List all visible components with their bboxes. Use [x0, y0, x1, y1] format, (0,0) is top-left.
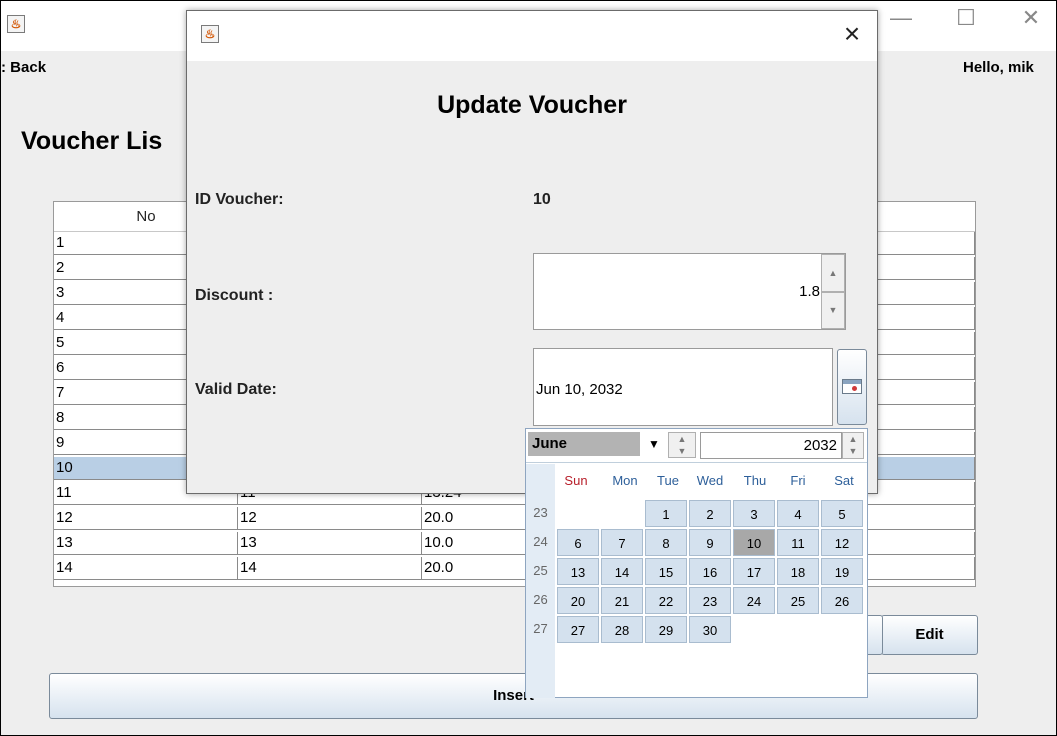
table-cell: 13: [238, 532, 422, 555]
day-name-wed: Wed: [696, 473, 724, 488]
back-button[interactable]: : Back: [1, 59, 46, 76]
minimize-icon[interactable]: —: [881, 3, 921, 33]
table-cell: 12: [54, 507, 238, 530]
dialog-titlebar: ♨ ×: [187, 11, 877, 61]
month-spinner[interactable]: ▲ ▼: [668, 432, 696, 458]
calendar-day[interactable]: 5: [821, 500, 863, 527]
calendar-day[interactable]: 25: [777, 587, 819, 614]
week-number: 23: [526, 499, 555, 527]
discount-label: Discount :: [195, 287, 274, 304]
calendar-day[interactable]: 29: [645, 616, 687, 643]
calendar-day[interactable]: 2: [689, 500, 731, 527]
valid-date-label: Valid Date:: [195, 381, 277, 398]
valid-date-input[interactable]: Jun 10, 2032: [536, 381, 623, 398]
dialog-title: Update Voucher: [437, 91, 627, 119]
java-app-icon: ♨: [7, 15, 25, 33]
calendar-day[interactable]: 7: [601, 529, 643, 556]
calendar-day[interactable]: 9: [689, 529, 731, 556]
calendar-day[interactable]: 10: [733, 529, 775, 556]
date-picker-button[interactable]: [837, 349, 867, 425]
week-number: 27: [526, 615, 555, 643]
calendar-day[interactable]: 26: [821, 587, 863, 614]
calendar-day[interactable]: 15: [645, 558, 687, 585]
calendar-day[interactable]: 1: [645, 500, 687, 527]
calendar-day[interactable]: 4: [777, 500, 819, 527]
id-voucher-label: ID Voucher:: [195, 191, 284, 208]
page-title: Voucher Lis: [21, 127, 163, 155]
java-app-icon: ♨: [201, 25, 219, 43]
table-cell: 12: [238, 507, 422, 530]
calendar-day[interactable]: 30: [689, 616, 731, 643]
update-voucher-dialog: ♨ × Update Voucher ID Voucher: 10 Discou…: [186, 10, 878, 494]
calendar-day[interactable]: 23: [689, 587, 731, 614]
calendar-day[interactable]: 17: [733, 558, 775, 585]
spinner-up-icon[interactable]: ▲: [821, 254, 845, 292]
valid-date-field[interactable]: Jun 10, 2032: [533, 348, 833, 426]
calendar-day[interactable]: 18: [777, 558, 819, 585]
calendar-day[interactable]: 28: [601, 616, 643, 643]
year-input[interactable]: 2032: [700, 432, 842, 459]
calendar-day[interactable]: 19: [821, 558, 863, 585]
discount-spinner[interactable]: 1.8 ▲ ▼: [533, 253, 846, 330]
calendar-day[interactable]: 8: [645, 529, 687, 556]
month-select[interactable]: June: [528, 432, 640, 456]
day-name-thu: Thu: [743, 473, 767, 488]
calendar-day[interactable]: 24: [733, 587, 775, 614]
calendar-day[interactable]: 22: [645, 587, 687, 614]
year-spinner[interactable]: ▲ ▼: [842, 432, 864, 459]
calendar-day[interactable]: 20: [557, 587, 599, 614]
calendar-day[interactable]: 12: [821, 529, 863, 556]
calendar-day[interactable]: 16: [689, 558, 731, 585]
greeting-text: Hello, mik: [963, 59, 1034, 76]
id-voucher-value: 10: [533, 191, 551, 208]
day-name-tue: Tue: [657, 473, 679, 488]
close-window-icon[interactable]: ✕: [1011, 3, 1051, 33]
table-cell: 14: [54, 557, 238, 580]
week-number: 24: [526, 528, 555, 556]
discount-input[interactable]: 1.8: [534, 283, 820, 300]
calendar-day[interactable]: 13: [557, 558, 599, 585]
day-name-fri: Fri: [790, 473, 806, 488]
calendar-popup: June ▼ ▲ ▼ 2032 ▲ ▼ Sun Mon Tue Wed Thu Fri Sat 2…: [525, 428, 868, 698]
calendar-day[interactable]: 6: [557, 529, 599, 556]
week-number: 26: [526, 586, 555, 614]
table-cell: 14: [238, 557, 422, 580]
day-name-mon: Mon: [612, 473, 638, 488]
spinner-down-icon[interactable]: ▼: [821, 292, 845, 329]
maximize-icon[interactable]: ☐: [946, 3, 986, 33]
back-arrow-icon: :: [1, 59, 6, 76]
calendar-day[interactable]: 14: [601, 558, 643, 585]
calendar-day[interactable]: 21: [601, 587, 643, 614]
calendar-day[interactable]: 27: [557, 616, 599, 643]
back-label: Back: [10, 59, 47, 76]
dialog-close-icon[interactable]: ×: [837, 19, 867, 49]
calendar-day[interactable]: 3: [733, 500, 775, 527]
month-dropdown-icon[interactable]: ▼: [642, 432, 666, 456]
day-name-sun: Sun: [564, 473, 588, 488]
edit-button[interactable]: Edit: [881, 615, 978, 655]
week-number: 25: [526, 557, 555, 585]
calendar-day[interactable]: 11: [777, 529, 819, 556]
table-cell: 13: [54, 532, 238, 555]
calendar-icon: [842, 379, 862, 394]
day-name-sat: Sat: [834, 473, 854, 488]
